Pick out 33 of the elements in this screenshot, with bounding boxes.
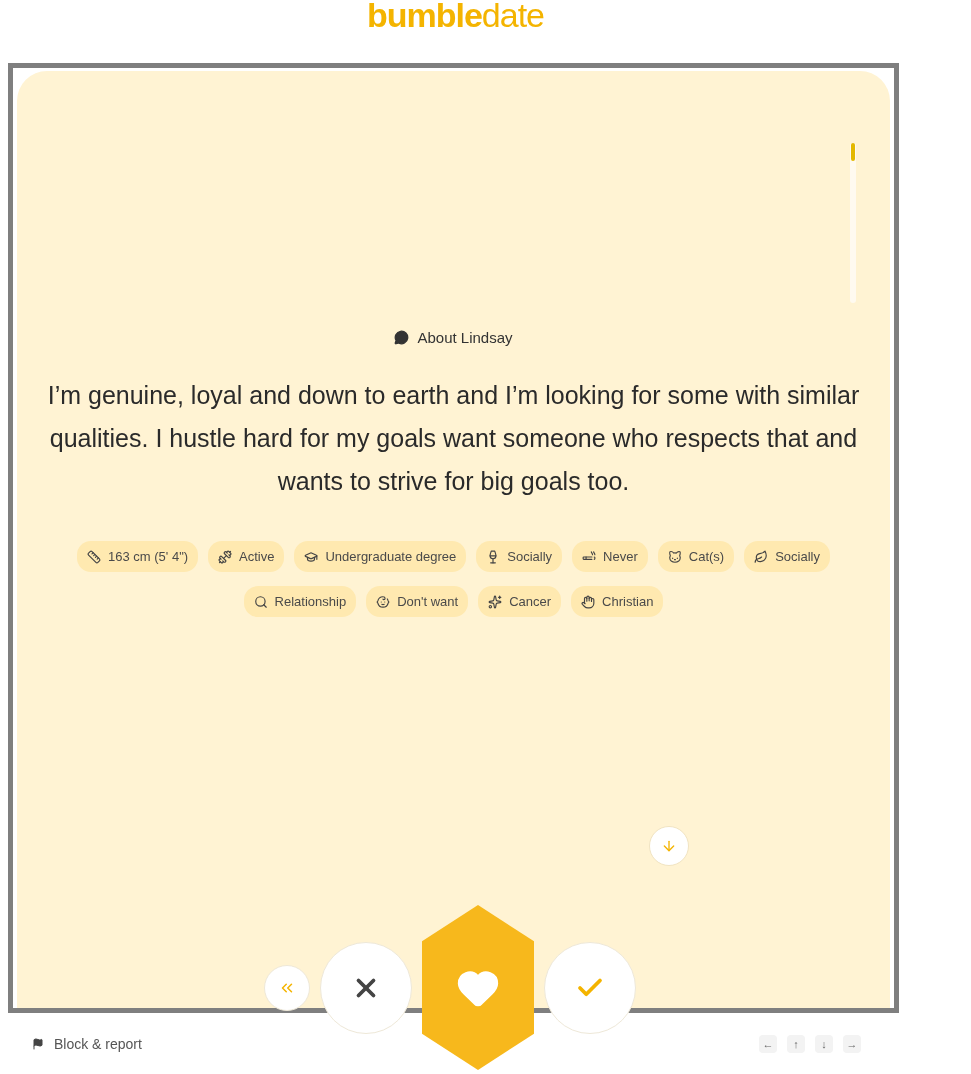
- tag-label: Cat(s): [688, 549, 725, 564]
- tag-label: 163 cm (5' 4"): [108, 549, 189, 564]
- exercise-icon: [218, 549, 233, 564]
- scroll-thumb: [851, 143, 855, 161]
- scroll-down-button[interactable]: [649, 826, 689, 866]
- tag-label: Christian: [602, 594, 654, 609]
- bio-text: I’m genuine, loyal and down to earth and I’m looking for some with similar qualities. I hustle hard for my goals want someone who respects that and wants to strive for big goals too.: [46, 380, 861, 497]
- block-report-link[interactable]: Block & report: [32, 1035, 142, 1052]
- flag-icon: [32, 1037, 44, 1050]
- cannabis-icon: [754, 549, 769, 564]
- pets-icon: [667, 549, 682, 564]
- section-title: About Lindsay: [417, 329, 513, 346]
- kids-icon: [376, 594, 391, 609]
- religion-icon: [581, 594, 596, 609]
- key-hint: ←: [759, 1034, 777, 1053]
- logo: bumbledate: [366, 0, 545, 35]
- tag-label: Relationship: [274, 594, 347, 609]
- height-icon: [87, 549, 101, 564]
- tag-label: Socially: [775, 549, 820, 564]
- tag-label: Active: [239, 549, 275, 564]
- looking-for-icon: [253, 594, 268, 609]
- key-hint: ↑: [787, 1034, 805, 1053]
- zodiac-icon: [488, 594, 503, 609]
- tag-label: Never: [603, 549, 638, 564]
- tag-label: Socially: [507, 549, 553, 564]
- speech-bubble-icon: [394, 330, 410, 345]
- arrow-down-icon: [661, 838, 677, 854]
- tag-label: Undergraduate degree: [325, 549, 457, 564]
- education-icon: [304, 549, 319, 564]
- tag-label: Don't want: [397, 594, 459, 609]
- tag-label: Cancer: [509, 594, 552, 609]
- key-hint: ↓: [815, 1034, 833, 1053]
- key-hint: →: [843, 1034, 861, 1053]
